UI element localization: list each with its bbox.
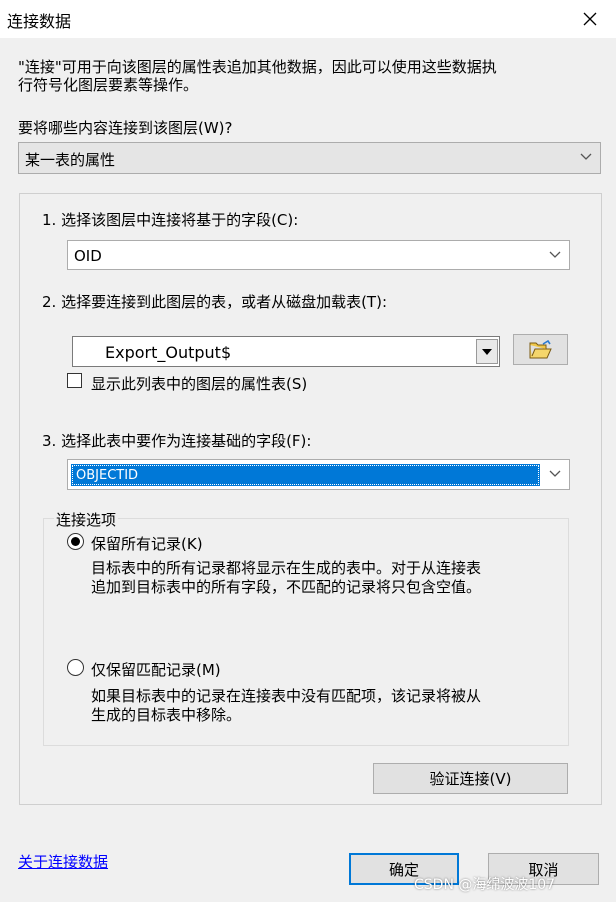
layer-field-dropdown[interactable]: OID [67, 240, 570, 270]
intro-line-1: "连接"可用于向该图层的属性表追加其他数据，因此可以使用这些数据执 [18, 58, 497, 76]
step2-label: 2. 选择要连接到此图层的表，或者从磁盘加载表(T): [42, 293, 388, 311]
keep-matching-desc-line-1: 如果目标表中的记录在连接表中没有匹配项，该记录将被从 [91, 687, 482, 705]
keep-all-description: 目标表中的所有记录都将显示在生成的表中。对于从连接表 追加到目标表中的所有字段，… [91, 559, 561, 597]
caret-down-icon [482, 348, 492, 355]
join-type-dropdown[interactable]: 某一表的属性 [18, 142, 601, 174]
chevron-down-icon [549, 470, 561, 477]
keep-matching-radio[interactable] [67, 659, 84, 676]
intro-line-2: 行符号化图层要素等操作。 [18, 76, 199, 94]
browse-table-button[interactable] [513, 334, 568, 365]
keep-all-radio[interactable] [67, 533, 84, 550]
step1-label: 1. 选择该图层中连接将基于的字段(C): [42, 211, 299, 229]
watermark: CSDN @海绵波波107 [414, 877, 556, 893]
keep-all-desc-line-1: 目标表中的所有记录都将显示在生成的表中。对于从连接表 [91, 559, 482, 577]
close-icon [583, 12, 597, 26]
keep-matching-desc-line-2: 生成的目标表中移除。 [91, 706, 242, 724]
keep-matching-description: 如果目标表中的记录在连接表中没有匹配项，该记录将被从 生成的目标表中移除。 [91, 687, 561, 725]
intro-text: "连接"可用于向该图层的属性表追加其他数据，因此可以使用这些数据执 行符号化图层… [18, 58, 598, 94]
join-table-value: Export_Output$ [105, 343, 232, 362]
join-table-combo[interactable]: Export_Output$ [72, 336, 500, 367]
join-field-value: OBJECTID [76, 468, 139, 483]
selection-highlight: OBJECTID [71, 464, 540, 486]
title-bar: 连接数据 [0, 0, 616, 38]
validate-join-button[interactable]: 验证连接(V) [373, 763, 568, 794]
join-table-dropdown-button[interactable] [476, 339, 498, 364]
show-layer-tables-checkbox[interactable] [67, 373, 82, 388]
radio-selected-dot [71, 537, 80, 546]
keep-all-label: 保留所有记录(K) [91, 535, 203, 553]
window-title: 连接数据 [7, 12, 72, 31]
show-layer-tables-label: 显示此列表中的图层的属性表(S) [91, 375, 308, 393]
keep-all-desc-line-2: 追加到目标表中的所有字段，不匹配的记录将只包含空值。 [91, 578, 482, 596]
open-folder-icon [529, 339, 552, 358]
layer-field-value: OID [74, 247, 102, 265]
close-button[interactable] [564, 0, 616, 38]
chevron-down-icon [549, 251, 561, 258]
join-options-title: 连接选项 [54, 509, 119, 530]
join-type-label: 要将哪些内容连接到该图层(W)? [18, 119, 233, 137]
keep-matching-label: 仅保留匹配记录(M) [91, 661, 221, 679]
join-type-value: 某一表的属性 [25, 151, 116, 169]
step3-label: 3. 选择此表中要作为连接基础的字段(F): [42, 432, 312, 450]
about-join-link[interactable]: 关于连接数据 [18, 851, 108, 872]
chevron-down-icon [580, 153, 592, 160]
join-field-dropdown[interactable]: OBJECTID [67, 459, 570, 490]
